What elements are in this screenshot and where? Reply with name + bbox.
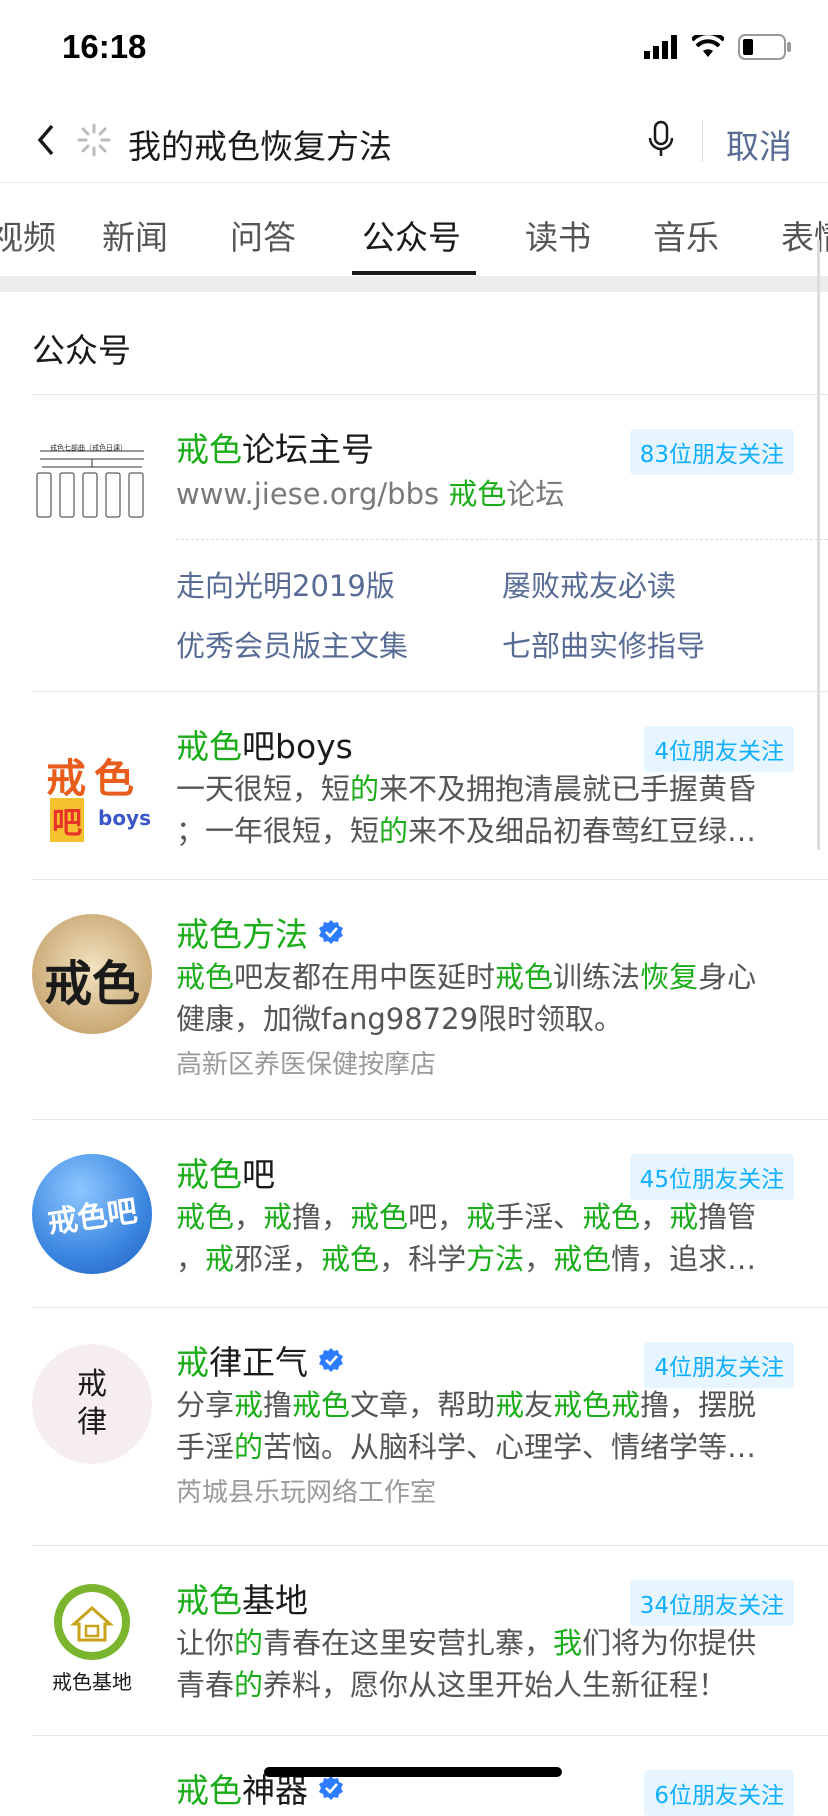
- forum-diagram-avatar: 戒色七部曲（戒色日课）: [32, 435, 152, 535]
- account-operator: 高新区养医保健按摩店: [176, 1050, 437, 1080]
- tab-qa[interactable]: 问答: [230, 211, 296, 259]
- account-description: 戒色，戒撸，戒色吧，戒手淫、戒色，戒撸管 ，戒邪淫，戒色，科学方法，戒色情，追求…: [176, 1196, 796, 1280]
- avatar-logo-text: boys: [98, 806, 151, 830]
- category-tabs: 视频 新闻 问答 公众号 读书 音乐 表情: [0, 182, 828, 277]
- account-url[interactable]: www.jiese.org/bbs 戒色论坛: [176, 473, 796, 515]
- description-line: 青春的养料，愿你从这里开始人生新征程！: [176, 1668, 728, 1702]
- account-name: 戒色基地: [176, 1581, 308, 1620]
- scrollbar[interactable]: [817, 240, 820, 850]
- divider: [32, 691, 828, 692]
- avatar: 戒色吧: [32, 1154, 152, 1274]
- verified-badge-icon: [319, 1348, 343, 1372]
- description-line: 让你的青春在这里安营扎寨，我们将为你提供: [176, 1626, 757, 1660]
- divider: [32, 879, 828, 880]
- friends-following-badge: 34位朋友关注: [629, 1580, 794, 1626]
- active-tab-indicator: [352, 271, 476, 275]
- account-name: 戒色论坛主号: [176, 430, 374, 469]
- account-description: 戒色吧友都在用中医延时戒色训练法恢复身心 健康，加微fang98729限时领取。: [176, 956, 796, 1040]
- verified-badge-icon: [319, 920, 343, 944]
- avatar-logo-text: 戒色: [46, 756, 142, 802]
- search-divider: [702, 120, 703, 162]
- account-description: 让你的青春在这里安营扎寨，我们将为你提供 青春的养料，愿你从这里开始人生新征程！: [176, 1622, 796, 1706]
- avatar: 戒色基地: [32, 1580, 152, 1700]
- divider: [32, 1735, 828, 1736]
- tab-video[interactable]: 视频: [0, 211, 56, 259]
- battery-icon: [738, 34, 791, 60]
- avatar-caption: 戒色七部曲（戒色日课）: [50, 444, 127, 452]
- avatar-logo-text: 戒色基地: [52, 1670, 132, 1694]
- account-description: 一天很短，短的来不及拥抱清晨就已手握黄昏 ；一年很短，短的来不及细品初春莺红豆绿…: [176, 768, 796, 852]
- account-operator: 芮城县乐玩网络工作室: [176, 1478, 437, 1508]
- divider: [32, 1545, 828, 1546]
- menu-link[interactable]: 优秀会员版主文集: [176, 623, 408, 665]
- avatar-logo-text: 戒色吧: [45, 1193, 140, 1242]
- tab-official-accounts[interactable]: 公众号: [362, 211, 461, 259]
- account-description: 分享戒撸戒色文章，帮助戒友戒色戒撸，摆脱 手淫的苦恼。从脑科学、心理学、情绪学等…: [176, 1384, 796, 1468]
- menu-link[interactable]: 七部曲实修指导: [502, 623, 705, 665]
- account-name: 戒色吧: [176, 1155, 275, 1194]
- description-line: ，戒邪淫，戒色，科学方法，戒色情，追求…: [176, 1242, 757, 1276]
- tab-music[interactable]: 音乐: [653, 211, 719, 259]
- avatar: 戒色: [32, 914, 152, 1034]
- verified-badge-icon: [319, 1776, 343, 1800]
- search-bar: 我的戒色恢复方法 取消: [0, 100, 828, 182]
- avatar: 戒律: [32, 1344, 152, 1464]
- back-arrow-icon[interactable]: [28, 120, 68, 160]
- search-input[interactable]: 我的戒色恢复方法: [128, 120, 392, 168]
- section-title: 公众号: [32, 331, 131, 370]
- wifi-icon: [692, 35, 724, 57]
- dashed-divider: [176, 539, 828, 540]
- description-line: 手淫的苦恼。从脑科学、心理学、情绪学等…: [176, 1430, 757, 1464]
- signal-icon: [644, 35, 677, 59]
- friends-following-badge: 83位朋友关注: [629, 429, 794, 475]
- divider: [32, 1119, 828, 1120]
- friends-following-badge: 4位朋友关注: [644, 726, 794, 772]
- avatar-text: 戒律: [77, 1367, 107, 1440]
- account-name: 戒色方法: [176, 908, 344, 956]
- friends-following-badge: 45位朋友关注: [629, 1154, 794, 1200]
- divider: [32, 1307, 828, 1308]
- description-line: ；一年很短，短的来不及细品初春莺红豆绿…: [176, 814, 757, 848]
- friends-following-badge: 6位朋友关注: [644, 1770, 794, 1816]
- friends-following-badge: 4位朋友关注: [644, 1342, 794, 1388]
- description-line: 戒色吧友都在用中医延时戒色训练法恢复身心: [176, 960, 757, 994]
- loading-spinner-icon: [77, 123, 111, 157]
- status-icons: [644, 34, 792, 60]
- description-line: 分享戒撸戒色文章，帮助戒友戒色戒撸，摆脱: [176, 1388, 757, 1422]
- menu-link[interactable]: 走向光明2019版: [176, 563, 395, 605]
- status-time: 16:18: [62, 28, 147, 65]
- description-line: 戒色，戒撸，戒色吧，戒手淫、戒色，戒撸管: [176, 1200, 757, 1234]
- description-line: 一天很短，短的来不及拥抱清晨就已手握黄昏: [176, 772, 757, 806]
- divider: [32, 394, 828, 395]
- tab-news[interactable]: 新闻: [102, 211, 168, 259]
- account-name: 戒律正气: [176, 1336, 344, 1384]
- account-name: 戒色吧boys: [176, 727, 353, 766]
- tab-stickers[interactable]: 表情: [781, 211, 828, 259]
- tab-reading[interactable]: 读书: [525, 211, 591, 259]
- home-indicator[interactable]: [264, 1767, 562, 1777]
- menu-link[interactable]: 屡败戒友必读: [502, 563, 676, 605]
- cancel-button[interactable]: 取消: [726, 120, 792, 168]
- house-logo-icon: [54, 1584, 130, 1660]
- avatar: 戒色 吧 boys: [32, 736, 152, 856]
- section-separator: [0, 276, 828, 292]
- description-line: 健康，加微fang98729限时领取。: [176, 1002, 624, 1036]
- avatar-logo-text: 吧: [50, 798, 84, 842]
- status-bar: 16:18: [0, 0, 828, 100]
- microphone-icon[interactable]: [646, 118, 676, 162]
- avatar-calligraphy-text: 戒色: [43, 956, 140, 1012]
